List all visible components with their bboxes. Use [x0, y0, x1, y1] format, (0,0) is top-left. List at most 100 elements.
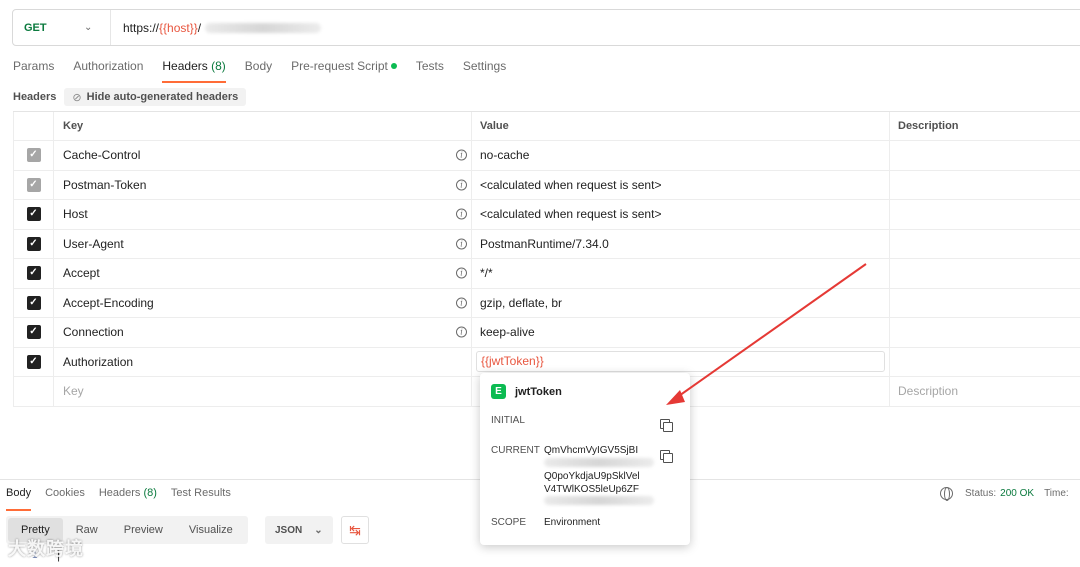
current-value-line: [544, 457, 664, 472]
tab-tests[interactable]: Tests: [416, 59, 444, 80]
row-value: <calculated when request is sent>: [480, 207, 662, 222]
row-key: Cache-Control: [63, 148, 141, 163]
current-value-line: V4TWlKOS5leUp6ZF: [544, 483, 640, 495]
time-label: Time:: [1044, 488, 1069, 499]
row-checkbox[interactable]: ✓: [26, 177, 41, 192]
response-tab-body[interactable]: Body: [6, 487, 32, 511]
copy-icon[interactable]: [660, 419, 673, 432]
response-tab-test-results[interactable]: Test Results: [171, 487, 231, 506]
popup-title: E jwtToken: [491, 384, 562, 399]
current-value[interactable]: QmVhcmVyIGV5SjBI Q0poYkdjaU9pSklVel V4TW…: [544, 445, 664, 510]
tab-label: Test Results: [170, 487, 231, 499]
description-placeholder[interactable]: Description: [898, 384, 958, 398]
hide-button-label: Hide auto-generated headers: [86, 91, 239, 103]
authorization-value-input[interactable]: {{jwtToken}}: [476, 350, 885, 372]
status-label: Status:: [965, 488, 997, 499]
row-checkbox[interactable]: ✓: [26, 148, 41, 163]
row-description[interactable]: [890, 230, 1080, 259]
row-checkbox[interactable]: ✓: [26, 325, 41, 340]
row-description[interactable]: [890, 289, 1080, 318]
row-key: User-Agent: [63, 236, 124, 251]
scope-label: SCOPE: [491, 517, 527, 528]
url-bar: GET ⌄ https://{{host}} /: [12, 9, 1080, 46]
row-description[interactable]: [890, 318, 1080, 347]
redacted-blur: [544, 496, 654, 505]
tab-label: Headers: [162, 59, 208, 73]
chevron-down-icon: ⌄: [84, 22, 93, 33]
view-visualize[interactable]: Visualize: [176, 518, 246, 542]
wrap-lines-button[interactable]: ↹: [341, 516, 369, 544]
row-description[interactable]: [890, 200, 1080, 229]
row-checkbox[interactable]: ✓: [26, 266, 41, 281]
environment-badge-icon: E: [491, 384, 506, 399]
row-value: no-cache: [480, 148, 530, 163]
empty-checkbox-cell: [13, 377, 54, 406]
row-key[interactable]: Authorization: [63, 355, 133, 369]
view-preview[interactable]: Preview: [111, 518, 176, 542]
initial-label: INITIAL: [491, 415, 525, 426]
table-row: ✓ Postman-Token i <calculated when reques…: [13, 170, 1080, 200]
row-key: Host: [63, 207, 88, 222]
tab-label: Settings: [462, 59, 507, 73]
current-value-line: [544, 496, 664, 510]
response-tab-headers[interactable]: Headers (8): [99, 487, 157, 506]
current-label: CURRENT: [491, 445, 540, 456]
tab-count: (8): [143, 487, 157, 499]
info-icon[interactable]: i: [456, 179, 467, 191]
tab-headers[interactable]: Headers (8): [162, 59, 227, 83]
tab-label: Pre-request Script: [291, 59, 388, 73]
format-select[interactable]: JSON ⌄: [265, 516, 333, 544]
row-description[interactable]: [890, 171, 1080, 200]
key-placeholder[interactable]: Key: [63, 384, 84, 398]
method-select[interactable]: GET ⌄: [13, 10, 111, 45]
row-description[interactable]: [890, 141, 1080, 170]
tab-label: Body: [6, 487, 32, 499]
current-value-line: QmVhcmVyIGV5SjBI: [544, 445, 639, 456]
info-icon[interactable]: i: [456, 149, 467, 161]
row-description[interactable]: [890, 348, 1080, 377]
row-key: Accept-Encoding: [63, 295, 154, 310]
table-row: ✓ Connection i keep-alive: [13, 318, 1080, 348]
row-description[interactable]: [890, 259, 1080, 288]
tab-label: Tests: [415, 59, 444, 73]
tab-body[interactable]: Body: [245, 59, 272, 80]
row-checkbox[interactable]: ✓: [26, 236, 41, 251]
tab-settings[interactable]: Settings: [463, 59, 506, 80]
row-checkbox[interactable]: ✓: [26, 295, 41, 310]
watermark-logo: 大数跨境: [8, 539, 84, 559]
status-value[interactable]: 200 OK: [1000, 488, 1034, 499]
row-value: PostmanRuntime/7.34.0: [480, 236, 609, 251]
tab-pre-request-script[interactable]: Pre-request Script: [291, 59, 397, 80]
format-label: JSON: [275, 524, 303, 536]
tab-label: Authorization: [73, 59, 144, 73]
row-checkbox[interactable]: ✓: [26, 207, 41, 222]
globe-icon[interactable]: [940, 487, 953, 501]
tab-count: (8): [211, 59, 226, 73]
info-icon[interactable]: i: [456, 297, 467, 309]
row-value: gzip, deflate, br: [480, 295, 563, 310]
redacted-blur: [205, 22, 322, 33]
url-input[interactable]: https://{{host}} /: [111, 20, 322, 35]
info-icon[interactable]: i: [456, 326, 467, 338]
response-tabs: Body Cookies Headers (8) Test Results: [6, 487, 245, 511]
url-prefix: https://: [123, 20, 160, 35]
response-tab-cookies[interactable]: Cookies: [45, 487, 85, 506]
row-key: Accept: [63, 266, 100, 281]
tab-authorization[interactable]: Authorization: [73, 59, 143, 80]
info-icon[interactable]: i: [456, 238, 467, 250]
table-row: ✓ Cache-Control i no-cache: [13, 141, 1080, 171]
hide-auto-headers-button[interactable]: ⊘ Hide auto-generated headers: [64, 88, 247, 106]
tab-params[interactable]: Params: [13, 59, 54, 80]
url-variable: {{host}}: [159, 20, 198, 35]
column-header-key: Key: [54, 112, 472, 140]
row-checkbox[interactable]: ✓: [26, 354, 41, 369]
wrap-icon: ↹: [349, 521, 361, 538]
info-icon[interactable]: i: [456, 267, 467, 279]
info-icon[interactable]: i: [456, 208, 467, 220]
headers-subheader: Headers ⊘ Hide auto-generated headers: [13, 88, 247, 106]
request-tabs: Params Authorization Headers (8) Body Pr…: [13, 59, 525, 83]
tab-label: Body: [244, 59, 273, 73]
method-label: GET: [24, 21, 47, 34]
variable-popup: E jwtToken INITIAL CURRENT QmVhcmVyIGV5S…: [480, 373, 690, 545]
redacted-blur: [544, 457, 654, 467]
